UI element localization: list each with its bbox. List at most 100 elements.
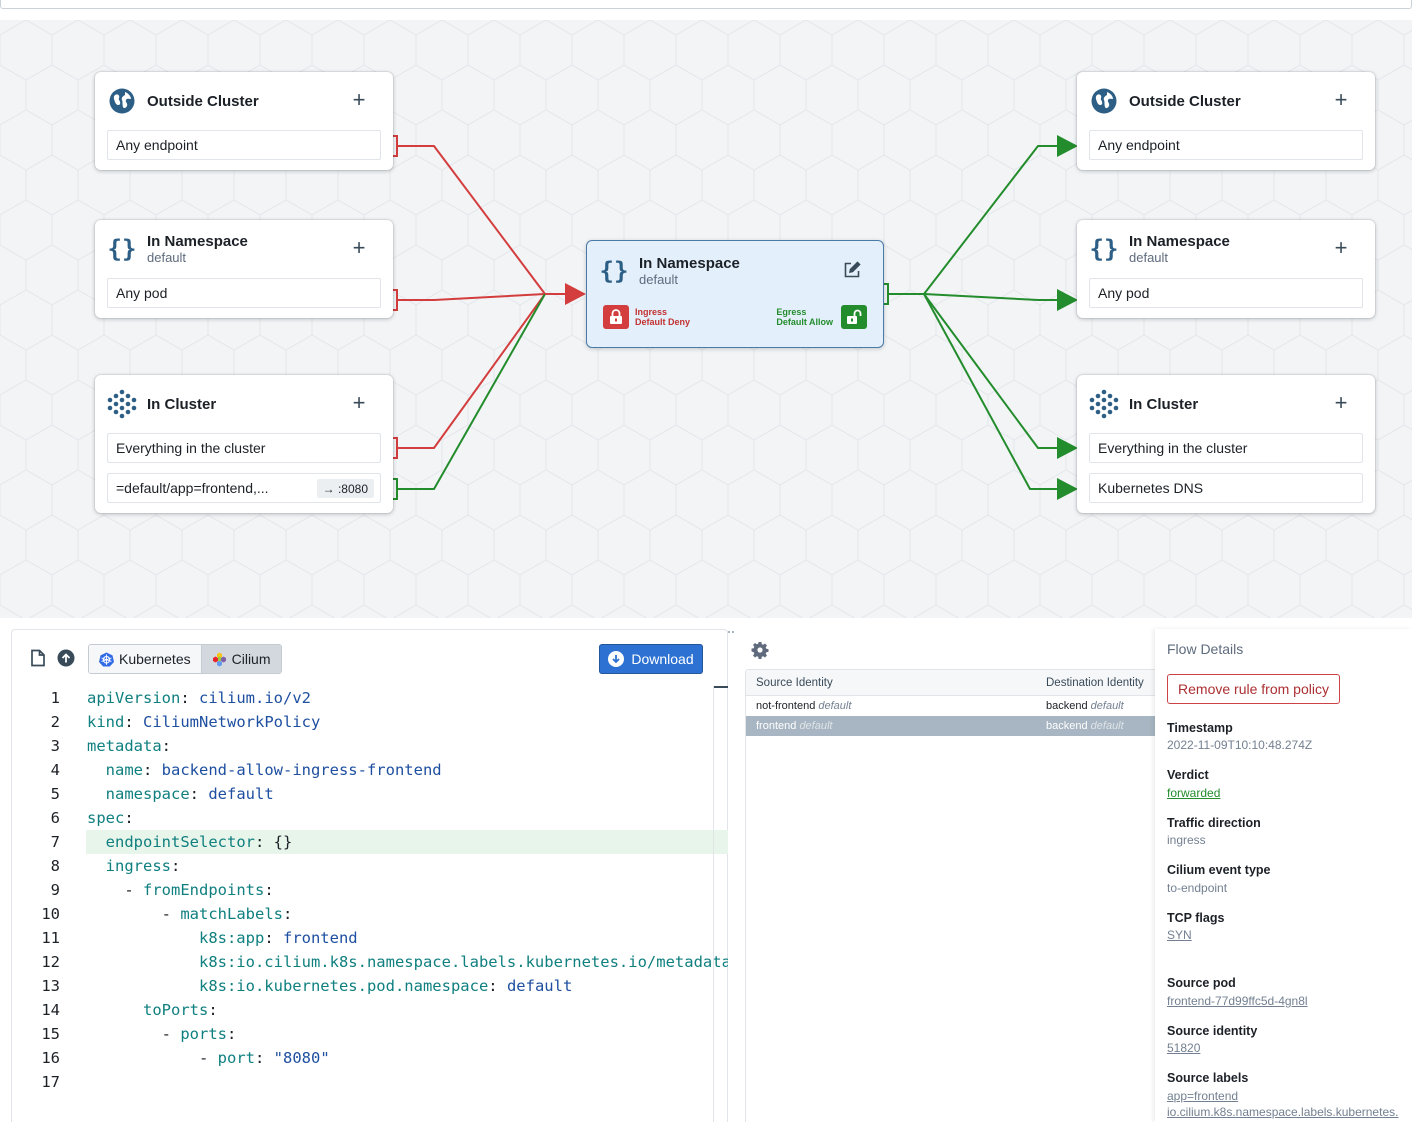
egress-card-in-cluster: In Cluster + Everything in the cluster K… (1077, 375, 1375, 513)
line-number: 17 (41, 1073, 60, 1091)
line-number: 3 (50, 737, 60, 755)
unlock-icon[interactable] (841, 305, 867, 329)
line-number: 13 (41, 977, 60, 995)
ingress-card-outside-cluster: Outside Cluster + Any endpoint (95, 72, 393, 170)
edit-icon[interactable] (843, 261, 861, 279)
code-line[interactable]: 14 toPorts: (12, 998, 728, 1022)
code-line[interactable]: 3 metadata: (12, 734, 728, 758)
line-number: 10 (41, 905, 60, 923)
rule-label: Any endpoint (116, 137, 198, 153)
code-line[interactable]: 10 - matchLabels: (12, 902, 728, 926)
editor-scrollbar[interactable] (714, 686, 728, 688)
detail-key: Source labels (1167, 1071, 1249, 1085)
code-line[interactable]: 8 ingress: (12, 854, 728, 878)
upload-icon[interactable] (57, 649, 75, 667)
code-line[interactable]: 2 kind: CiliumNetworkPolicy (12, 710, 728, 734)
rule-label: Any endpoint (1098, 137, 1180, 153)
add-rule-button[interactable]: + (349, 237, 369, 259)
rule-row[interactable]: Any endpoint (1089, 130, 1363, 160)
code-line[interactable]: 15 - ports: (12, 1022, 728, 1046)
center-title: In Namespace (639, 255, 740, 272)
detail-key: Traffic direction (1167, 816, 1261, 830)
code-text: - matchLabels: (87, 905, 293, 923)
gear-icon[interactable] (751, 641, 769, 659)
table-row-selected[interactable]: frontend default backend default (746, 716, 1165, 736)
code-text: toPorts: (143, 1001, 218, 1019)
card-title: In Cluster (147, 395, 217, 413)
card-subtitle: default (1129, 250, 1169, 265)
line-number: 6 (50, 809, 60, 827)
code-line[interactable]: 16 - port: "8080" (12, 1046, 728, 1070)
card-title: Outside Cluster (147, 92, 259, 110)
policy-name-field[interactable] (0, 0, 1412, 9)
add-rule-button[interactable]: + (1331, 392, 1351, 414)
flow-destination-namespace: default (1090, 700, 1124, 712)
column-source-identity[interactable]: Source Identity (756, 677, 833, 689)
table-row[interactable]: not-frontend default backend default (746, 696, 1165, 716)
add-rule-button[interactable]: + (1331, 237, 1351, 259)
flow-source-namespace: default (799, 720, 833, 732)
add-rule-button[interactable]: + (349, 89, 369, 111)
code-area[interactable]: 1 apiVersion: cilium.io/v2 2 kind: CiliumNe… (12, 686, 728, 1094)
egress-status: Egress Default Allow (776, 307, 833, 327)
rule-label: Everything in the cluster (116, 440, 266, 456)
download-label: Download (631, 651, 694, 667)
line-number: 4 (50, 761, 60, 779)
code-line[interactable]: 1 apiVersion: cilium.io/v2 (12, 686, 728, 710)
panel-resize-handle[interactable] (719, 620, 751, 633)
add-rule-button[interactable]: + (349, 392, 369, 414)
ingress-label: Ingress (635, 307, 668, 317)
code-line[interactable]: 11 k8s:app: frontend (12, 926, 728, 950)
tab-kubernetes[interactable]: Kubernetes (89, 645, 201, 673)
rule-row[interactable]: Any pod (1089, 278, 1363, 308)
rule-label: Kubernetes DNS (1098, 480, 1204, 496)
flows-panel: Source Identity Destination Identity not… (735, 629, 1165, 1122)
flow-details-panel: Flow Details Remove rule from policy Tim… (1155, 629, 1412, 1122)
code-line[interactable]: 12 k8s:io.cilium.k8s.namespace.labels.ku… (12, 950, 728, 974)
code-text: ingress: (105, 857, 181, 875)
remove-rule-button[interactable]: Remove rule from policy (1167, 674, 1340, 704)
source-label-link[interactable]: io.cilium.k8s.namespace.labels.kubernete… (1167, 1105, 1398, 1119)
code-line[interactable]: 13 k8s:io.kubernetes.pod.namespace: defa… (12, 974, 728, 998)
code-line[interactable]: 5 namespace: default (12, 782, 728, 806)
source-identity-link[interactable]: 51820 (1167, 1041, 1200, 1055)
braces-icon: {} (1089, 235, 1119, 263)
flow-destination: backend (1046, 700, 1088, 712)
center-policy-node[interactable]: {} In Namespace default Ingress Default D… (586, 240, 884, 348)
code-line[interactable]: 4 name: backend-allow-ingress-frontend (12, 758, 728, 782)
rule-label: =default/app=frontend,... (116, 480, 269, 496)
detail-key: Source pod (1167, 976, 1236, 990)
card-subtitle: default (147, 250, 187, 265)
tcp-flags-link[interactable]: SYN (1167, 928, 1192, 942)
flow-source: frontend (756, 720, 797, 732)
policy-canvas[interactable]: Outside Cluster + Any endpoint {} In Nam… (0, 20, 1412, 618)
code-text: metadata: (87, 737, 171, 755)
tab-cilium[interactable]: Cilium (200, 645, 281, 673)
lock-icon[interactable] (603, 305, 629, 329)
rule-label: Any pod (1098, 285, 1150, 301)
column-destination-identity[interactable]: Destination Identity (1046, 677, 1144, 689)
braces-icon: {} (107, 235, 137, 263)
code-line[interactable]: 17 (12, 1070, 728, 1094)
ingress-mode: Default Deny (635, 317, 691, 327)
code-line[interactable]: 6 spec: (12, 806, 728, 830)
add-rule-button[interactable]: + (1331, 89, 1351, 111)
port-tag: → :8080 (316, 479, 374, 498)
code-text: - port: "8080" (87, 1049, 330, 1067)
rule-row[interactable]: Any endpoint (107, 130, 381, 160)
source-label-link[interactable]: app=frontend (1167, 1089, 1238, 1103)
rule-row[interactable]: Any pod (107, 278, 381, 308)
verdict-link[interactable]: forwarded (1167, 786, 1220, 800)
new-file-icon[interactable] (30, 649, 48, 667)
detail-key: Verdict (1167, 768, 1209, 782)
code-line[interactable]: 9 - fromEndpoints: (12, 878, 728, 902)
line-number: 16 (41, 1049, 60, 1067)
rule-row[interactable]: =default/app=frontend,... → :8080 (107, 473, 381, 503)
code-line[interactable]: 7 endpointSelector: {} (12, 830, 728, 854)
card-title: In Namespace (1129, 233, 1230, 250)
download-button[interactable]: Download (599, 644, 703, 674)
source-pod-link[interactable]: frontend-77d99ffc5d-4gn8l (1167, 994, 1308, 1008)
rule-row[interactable]: Kubernetes DNS (1089, 473, 1363, 503)
rule-row[interactable]: Everything in the cluster (1089, 433, 1363, 463)
rule-row[interactable]: Everything in the cluster (107, 433, 381, 463)
